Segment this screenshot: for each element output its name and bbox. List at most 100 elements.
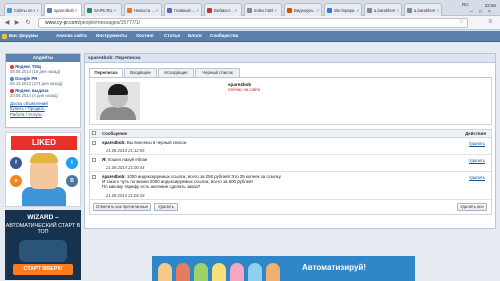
- tab-label: SAPE.RU: [94, 7, 113, 13]
- tab-favicon-icon: [87, 7, 92, 13]
- message-body: Вы внесены в черный список: [126, 140, 187, 145]
- avatar-body: [100, 107, 136, 120]
- update-entry: Яндекс ТИЦ 08.08.2014 (16 дня назад): [6, 62, 80, 74]
- nav-forums[interactable]: Бис форумы: [9, 33, 38, 38]
- ad-people-illustration: [154, 260, 292, 281]
- tab-inbox[interactable]: Входящие: [124, 68, 157, 77]
- tab-close-icon[interactable]: ×: [316, 8, 319, 13]
- nav-hosting[interactable]: Хостинг: [136, 33, 154, 38]
- tab-favicon-icon: [7, 7, 12, 13]
- page-body: Апдейты Яндекс ТИЦ 08.08.2014 (16 дня на…: [0, 42, 500, 281]
- maximize-button[interactable]: □: [479, 9, 482, 15]
- ad-figure: [194, 263, 208, 281]
- tab-favicon-icon: [327, 7, 332, 13]
- wizard-cta-button[interactable]: СТАРТ ВВЕРХ!: [13, 264, 73, 275]
- site-logo-icon[interactable]: [2, 34, 7, 39]
- table-row: spare4bob: Вы внесены в черный список 21…: [90, 138, 491, 155]
- left-sidebar: Апдейты Яндекс ТИЦ 08.08.2014 (16 дня на…: [5, 53, 81, 280]
- liked-ad-banner[interactable]: LIKED f t o B: [5, 132, 81, 207]
- delete-button[interactable]: Удалить: [154, 203, 178, 211]
- tab-blacklist[interactable]: Черный список: [195, 68, 240, 77]
- bottom-ad-banner[interactable]: Автоматизируй!: [152, 256, 415, 281]
- browser-tab-bar: a.barakhom...×a.barakhom...×site:lopapa.…: [0, 0, 500, 16]
- browser-tab[interactable]: Новости ... ×: [124, 3, 162, 16]
- nav-site-analysis[interactable]: Анализ сайта: [56, 33, 87, 38]
- tab-close-icon[interactable]: ×: [156, 8, 159, 13]
- tab-close-icon[interactable]: ×: [75, 8, 78, 13]
- tab-close-icon[interactable]: ×: [396, 8, 399, 13]
- browser-tab[interactable]: site:lopapa...×: [324, 3, 362, 16]
- browser-tab[interactable]: Главный ... ×: [164, 3, 202, 16]
- address-bar-row: ◀ ▶ ↻ www.cy-pr.com/people/messages/1577…: [0, 16, 500, 30]
- tab-label: spare4bob: [54, 7, 74, 13]
- tab-conversation[interactable]: Переписка: [89, 68, 123, 77]
- tab-label: Новости ...: [134, 7, 155, 13]
- select-all-checkbox[interactable]: [92, 131, 96, 135]
- table-row: Я: пошел нахуй еблан 21.08.2014 21:00:44…: [90, 155, 491, 172]
- browser-tab[interactable]: a.barakhom...×: [364, 3, 402, 16]
- ad-figure: [212, 263, 226, 281]
- reload-icon[interactable]: ↻: [24, 19, 32, 27]
- twitter-icon: t: [66, 157, 78, 169]
- message-date: 21.08.2014 21:12:55: [106, 148, 145, 153]
- tab-close-icon[interactable]: ×: [235, 8, 238, 13]
- nav-blogs[interactable]: Блоги: [188, 33, 202, 38]
- tab-close-icon[interactable]: ×: [356, 8, 359, 13]
- message-text: spare4bob: 1000 индексируемых ссылок, вс…: [102, 174, 432, 190]
- tab-close-icon[interactable]: ×: [36, 8, 39, 13]
- tab-favicon-icon: [247, 7, 252, 13]
- delete-all-button[interactable]: Удалить все: [457, 203, 487, 211]
- delete-link[interactable]: Удалить: [469, 175, 485, 180]
- forward-icon[interactable]: ▶: [13, 19, 21, 27]
- back-icon[interactable]: ◀: [3, 19, 11, 27]
- url-domain: www.cy-pr.com: [45, 20, 79, 26]
- tab-label: Сайты по т...: [14, 7, 35, 13]
- avatar[interactable]: [96, 82, 140, 120]
- tab-close-icon[interactable]: ×: [274, 8, 277, 13]
- vk-icon: B: [66, 175, 78, 187]
- page-title: spare4bob: Переписка: [85, 54, 495, 63]
- browser-tab[interactable]: Вебмаст... ×: [204, 3, 242, 16]
- ad-figure: [230, 263, 244, 281]
- browser-tab[interactable]: Index.html ×: [244, 3, 282, 16]
- table-footer: Отметить как прочитанные Удалить Удалить…: [90, 200, 491, 214]
- message-date: 21.08.2014 21:04:18: [106, 193, 145, 198]
- delete-link[interactable]: Удалить: [469, 141, 485, 146]
- minimize-button[interactable]: –: [470, 9, 473, 15]
- mark-read-button[interactable]: Отметить как прочитанные: [93, 203, 151, 211]
- browser-tab[interactable]: spare4bob ×: [44, 3, 82, 16]
- message-author[interactable]: spare4bob:: [102, 140, 126, 145]
- row-checkbox[interactable]: [92, 158, 96, 162]
- wizard-ad-banner[interactable]: WIZARD – АВТОМАТИЧЕСКИЙ СТАРТ В ТОП СТАР…: [5, 210, 81, 280]
- message-author[interactable]: Я:: [102, 157, 107, 162]
- wizard-subtitle: АВТОМАТИЧЕСКИЙ СТАРТ В ТОП: [5, 223, 81, 236]
- message-body-line3: По какому тарифу есть желание сделать за…: [102, 184, 201, 190]
- browser-tab[interactable]: Сайты по т...×: [4, 3, 42, 16]
- browser-menu-icon[interactable]: ≡: [488, 19, 492, 25]
- close-window-button[interactable]: ×: [488, 9, 491, 15]
- tab-close-icon[interactable]: ×: [196, 8, 199, 13]
- odnoklassniki-icon: o: [10, 175, 22, 187]
- link-jobs[interactable]: Работа / Услуги: [10, 112, 76, 117]
- tab-favicon-icon: [47, 7, 52, 13]
- row-checkbox[interactable]: [92, 141, 96, 145]
- browser-tab[interactable]: SAPE.RU ×: [84, 3, 122, 16]
- browser-tab[interactable]: Видеоуро... ×: [284, 3, 322, 16]
- ad-figure: [158, 263, 172, 281]
- nav-tools[interactable]: Инструменты: [96, 33, 127, 38]
- delete-link[interactable]: Удалить: [469, 158, 485, 163]
- tab-close-icon[interactable]: ×: [113, 8, 116, 13]
- nav-communities[interactable]: Сообщества: [210, 33, 238, 38]
- tab-outbox[interactable]: Исходящие: [158, 68, 194, 77]
- tab-favicon-icon: [287, 7, 292, 13]
- header-message: Сообщение: [102, 131, 128, 136]
- nav-articles[interactable]: Статьи: [164, 33, 180, 38]
- url-input[interactable]: www.cy-pr.com/people/messages/15777/1/: [38, 18, 468, 28]
- updates-box: Апдейты Яндекс ТИЦ 08.08.2014 (16 дня на…: [5, 53, 81, 128]
- language-indicator[interactable]: RU: [462, 2, 469, 7]
- ad-figure: [248, 263, 262, 281]
- url-path: /people/messages/15777/1/: [78, 20, 141, 26]
- table-row: spare4bob: 1000 индексируемых ссылок, вс…: [90, 172, 491, 200]
- row-checkbox[interactable]: [92, 175, 96, 179]
- bookmark-star-icon[interactable]: ☆: [459, 18, 464, 25]
